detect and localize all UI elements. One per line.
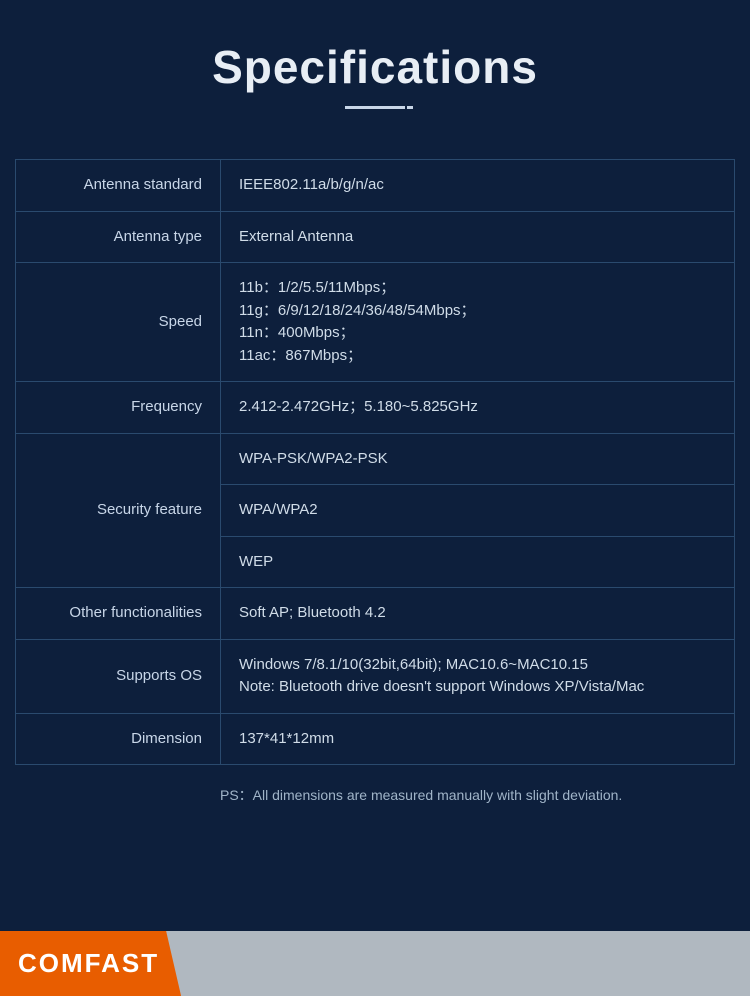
footer: COMFAST (0, 931, 750, 996)
label-antenna-type: Antenna type (16, 211, 221, 263)
table-row: Antenna standard IEEE802.11a/b/g/n/ac (16, 160, 735, 212)
table-row-security-1: Security feature WPA-PSK/WPA2-PSK (16, 433, 735, 485)
value-antenna-standard: IEEE802.11a/b/g/n/ac (221, 160, 735, 212)
page-title: Specifications (20, 40, 730, 94)
table-row: Antenna type External Antenna (16, 211, 735, 263)
label-frequency: Frequency (16, 382, 221, 434)
table-row: Frequency 2.412-2.472GHz；5.180~5.825GHz (16, 382, 735, 434)
label-speed: Speed (16, 263, 221, 382)
value-supports-os: Windows 7/8.1/10(32bit,64bit); MAC10.6~M… (221, 639, 735, 713)
divider-line (345, 106, 405, 109)
table-row: Speed 11b：1/2/5.5/11Mbps； 11g：6/9/12/18/… (16, 263, 735, 382)
label-other: Other functionalities (16, 588, 221, 640)
value-security-3: WEP (221, 536, 735, 588)
value-antenna-type: External Antenna (221, 211, 735, 263)
table-row: Dimension 137*41*12mm (16, 713, 735, 765)
value-speed: 11b：1/2/5.5/11Mbps； 11g：6/9/12/18/24/36/… (221, 263, 735, 382)
specs-table: Antenna standard IEEE802.11a/b/g/n/ac An… (15, 159, 735, 765)
label-supports-os: Supports OS (16, 639, 221, 713)
value-dimension: 137*41*12mm (221, 713, 735, 765)
brand-badge: COMFAST (0, 931, 181, 996)
table-row: Supports OS Windows 7/8.1/10(32bit,64bit… (16, 639, 735, 713)
ps-note: PS：All dimensions are measured manually … (15, 785, 735, 805)
brand-name: COMFAST (18, 948, 159, 979)
value-frequency: 2.412-2.472GHz；5.180~5.825GHz (221, 382, 735, 434)
label-security: Security feature (16, 433, 221, 588)
header: Specifications (0, 0, 750, 149)
page-wrapper: Specifications Antenna standard IEEE802.… (0, 0, 750, 996)
label-antenna-standard: Antenna standard (16, 160, 221, 212)
header-divider (20, 106, 730, 109)
table-row: Other functionalities Soft AP; Bluetooth… (16, 588, 735, 640)
label-dimension: Dimension (16, 713, 221, 765)
value-security-1: WPA-PSK/WPA2-PSK (221, 433, 735, 485)
value-other: Soft AP; Bluetooth 4.2 (221, 588, 735, 640)
value-security-2: WPA/WPA2 (221, 485, 735, 537)
